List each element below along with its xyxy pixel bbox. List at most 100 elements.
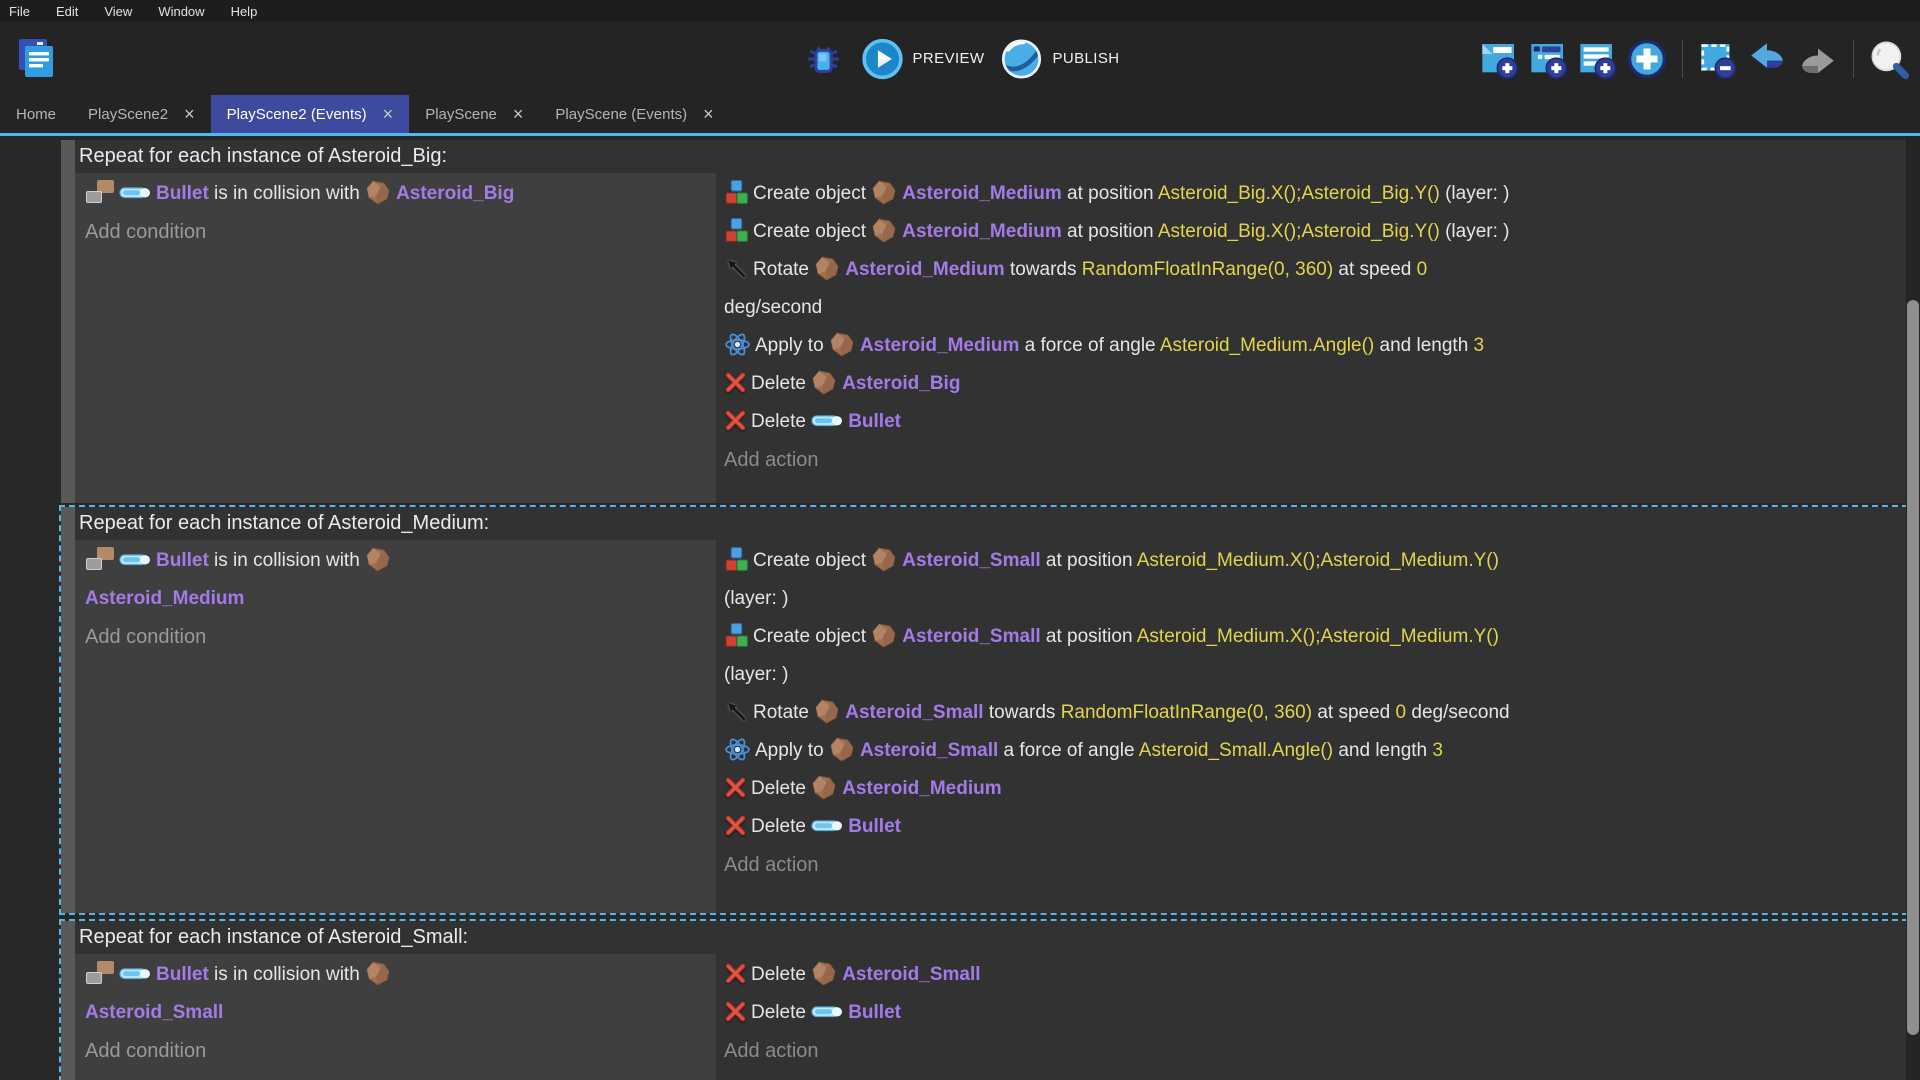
apply-force-icon <box>724 736 751 763</box>
tab-playscene2[interactable]: PlayScene2 × <box>72 95 211 133</box>
add-action-button[interactable]: Add action <box>724 1032 1902 1070</box>
menu-bar: FileEditViewWindowHelp <box>0 0 1920 22</box>
create-object-icon <box>724 622 749 649</box>
tab-home[interactable]: Home <box>0 95 72 133</box>
asteroid-icon <box>365 546 392 573</box>
add-action-button[interactable]: Add action <box>724 441 1902 479</box>
action-row[interactable]: Apply to Asteroid_Medium a force of angl… <box>724 327 1902 365</box>
condition-row[interactable]: Asteroid_Medium <box>85 580 708 618</box>
action-row[interactable]: Apply to Asteroid_Small a force of angle… <box>724 732 1902 770</box>
scrollbar-thumb[interactable] <box>1907 300 1919 1035</box>
redo-icon[interactable] <box>1797 38 1839 80</box>
add-subevent-icon[interactable] <box>1528 39 1568 79</box>
undo-icon[interactable] <box>1746 38 1788 80</box>
event-drag-handle[interactable] <box>61 140 75 503</box>
action-row[interactable]: Delete Bullet <box>724 808 1902 846</box>
object-name: Bullet <box>156 183 209 204</box>
expression-text: 3 <box>1432 740 1443 761</box>
create-object-icon <box>724 546 749 573</box>
action-row[interactable]: Create object Asteroid_Small at position… <box>724 542 1902 580</box>
action-row[interactable]: Rotate Asteroid_Medium towards RandomFlo… <box>724 251 1902 289</box>
remove-event-icon[interactable] <box>1697 39 1737 79</box>
event-header[interactable]: Repeat for each instance of Asteroid_Big… <box>75 140 1906 173</box>
tab-playscene[interactable]: PlayScene× <box>409 95 539 133</box>
asteroid-icon <box>814 255 841 282</box>
publish-button[interactable]: PUBLISH <box>998 36 1119 82</box>
action-row[interactable]: Delete Asteroid_Medium <box>724 770 1902 808</box>
action-row[interactable]: Create object Asteroid_Medium at positio… <box>724 175 1902 213</box>
menu-help[interactable]: Help <box>218 0 271 22</box>
action-row[interactable]: Delete Asteroid_Big <box>724 365 1902 403</box>
publish-label: PUBLISH <box>1052 50 1119 67</box>
action-row[interactable]: Create object Asteroid_Small at position… <box>724 618 1902 656</box>
instruction-text: (layer: ) <box>724 664 788 685</box>
event-block-1[interactable]: Repeat for each instance of Asteroid_Big… <box>61 140 1906 503</box>
delete-icon <box>724 1000 747 1023</box>
events-sheet[interactable]: Repeat for each instance of Asteroid_Big… <box>0 136 1906 1080</box>
action-row[interactable]: Create object Asteroid_Medium at positio… <box>724 213 1902 251</box>
object-name: Asteroid_Small <box>902 550 1040 571</box>
tab-close-icon[interactable]: × <box>513 105 524 123</box>
action-row[interactable]: deg/second <box>724 289 1902 327</box>
tab-close-icon[interactable]: × <box>703 105 714 123</box>
debug-icon[interactable] <box>801 36 847 82</box>
instruction-text: at speed <box>1333 259 1416 280</box>
tab-playscene2-events[interactable]: PlayScene2 (Events) × <box>211 95 410 133</box>
event-drag-handle[interactable] <box>61 507 75 913</box>
menu-file[interactable]: File <box>0 0 43 22</box>
preview-button[interactable]: PREVIEW <box>861 37 985 81</box>
add-comment-icon[interactable] <box>1577 39 1617 79</box>
add-condition-button[interactable]: Add condition <box>85 213 708 251</box>
condition-row[interactable]: Bullet is in collision with <box>85 956 708 994</box>
add-event-icon[interactable] <box>1479 39 1519 79</box>
tab-label: PlayScene2 (Events) <box>227 106 367 123</box>
event-header[interactable]: Repeat for each instance of Asteroid_Med… <box>75 507 1906 540</box>
vertical-scrollbar[interactable] <box>1906 136 1920 1080</box>
object-name: Bullet <box>156 550 209 571</box>
search-icon[interactable] <box>1868 38 1910 80</box>
add-condition-button[interactable]: Add condition <box>85 1032 708 1070</box>
tab-close-icon[interactable]: × <box>383 105 394 123</box>
instruction-text: at speed <box>1312 702 1395 723</box>
publish-globe-icon <box>998 36 1044 82</box>
object-name: Bullet <box>156 964 209 985</box>
condition-row[interactable]: Asteroid_Small <box>85 994 708 1032</box>
add-new-event-circle-icon[interactable] <box>1626 38 1668 80</box>
add-action-button[interactable]: Add action <box>724 846 1902 884</box>
rotate-icon <box>724 256 749 281</box>
instruction-text: at position <box>1062 183 1158 204</box>
event-header[interactable]: Repeat for each instance of Asteroid_Sma… <box>75 921 1906 954</box>
event-block-3[interactable]: Repeat for each instance of Asteroid_Sma… <box>61 921 1906 1080</box>
create-object-icon <box>724 217 749 244</box>
asteroid-icon <box>871 217 898 244</box>
object-name: Asteroid_Medium <box>902 183 1061 204</box>
action-row[interactable]: Delete Asteroid_Small <box>724 956 1902 994</box>
toolbar: PREVIEW PUBLISH <box>0 22 1920 95</box>
add-condition-button[interactable]: Add condition <box>85 618 708 656</box>
event-block-2[interactable]: Repeat for each instance of Asteroid_Med… <box>61 507 1906 913</box>
tab-close-icon[interactable]: × <box>184 105 195 123</box>
menu-window[interactable]: Window <box>145 0 217 22</box>
actions-panel: Create object Asteroid_Small at position… <box>716 540 1906 913</box>
instruction-text: a force of angle <box>998 740 1139 761</box>
asteroid-icon <box>871 179 898 206</box>
asteroid-icon <box>814 698 841 725</box>
action-row[interactable]: Delete Bullet <box>724 994 1902 1032</box>
tab-label: PlayScene2 <box>88 106 168 123</box>
action-row[interactable]: Delete Bullet <box>724 403 1902 441</box>
action-row[interactable]: (layer: ) <box>724 580 1902 618</box>
conditions-panel: Bullet is in collision with Asteroid_Sma… <box>75 954 716 1080</box>
project-manager-button[interactable] <box>12 34 60 87</box>
event-drag-handle[interactable] <box>61 921 75 1080</box>
action-row[interactable]: (layer: ) <box>724 656 1902 694</box>
object-name: Asteroid_Small <box>845 702 983 723</box>
bullet-icon <box>811 817 844 834</box>
preview-play-icon <box>861 37 905 81</box>
menu-view[interactable]: View <box>91 0 145 22</box>
condition-row[interactable]: Bullet is in collision with Asteroid_Big <box>85 175 708 213</box>
condition-row[interactable]: Bullet is in collision with <box>85 542 708 580</box>
action-row[interactable]: Rotate Asteroid_Small towards RandomFloa… <box>724 694 1902 732</box>
instruction-text: (layer: ) <box>724 588 788 609</box>
tab-playscene-events[interactable]: PlayScene (Events)× <box>539 95 729 133</box>
menu-edit[interactable]: Edit <box>43 0 91 22</box>
